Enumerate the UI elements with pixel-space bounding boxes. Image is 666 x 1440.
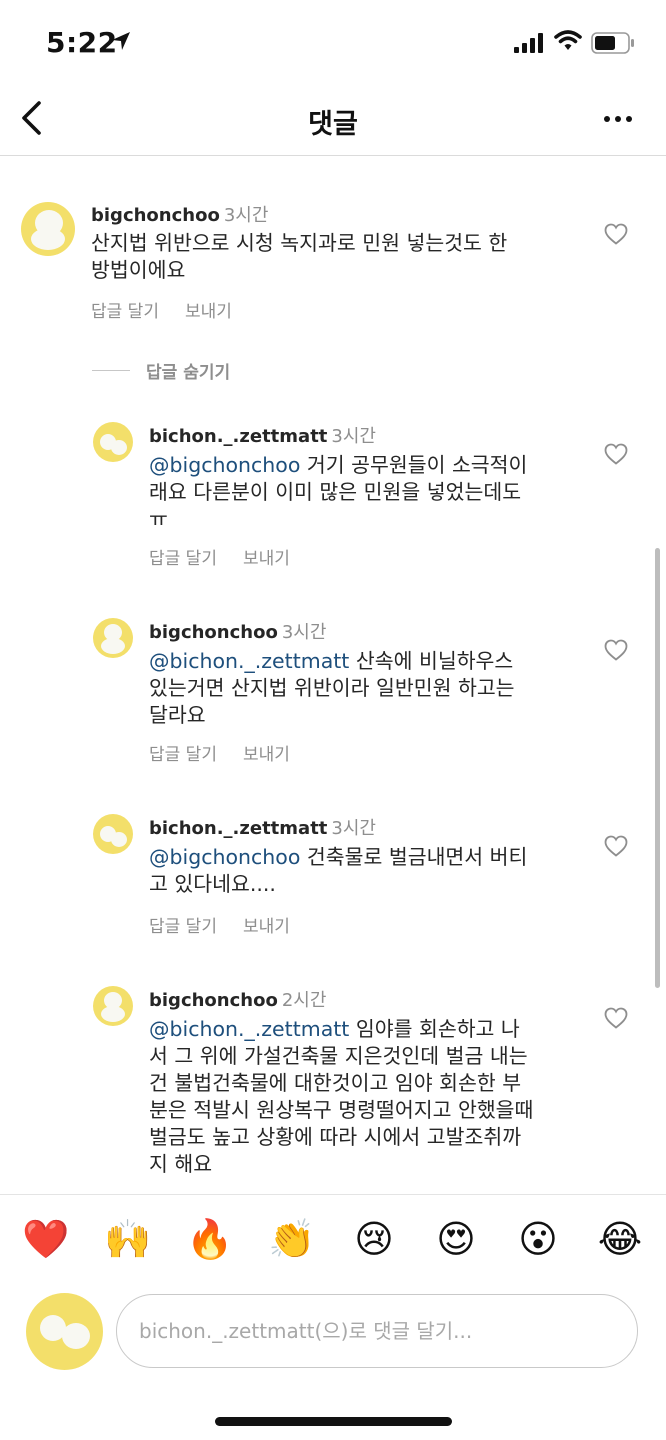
- mention-link[interactable]: @bigchonchoo: [149, 453, 300, 477]
- send-button[interactable]: 보내기: [243, 740, 290, 765]
- page-title: 댓글: [308, 109, 358, 140]
- battery-icon: [591, 32, 634, 54]
- hide-replies-label: 답글 숨기기: [146, 363, 231, 383]
- comment-line: 건축물로 벌금내면서 버티: [300, 845, 528, 869]
- reply-button[interactable]: 답글 달기: [149, 544, 217, 569]
- send-button[interactable]: 보내기: [243, 912, 290, 937]
- comment-time: 2시간: [281, 990, 327, 1011]
- like-heart-icon[interactable]: [604, 835, 628, 857]
- cellular-signal-icon: [514, 33, 543, 53]
- emoji-raised-hands-button[interactable]: 🙌: [104, 1215, 152, 1263]
- divider: [92, 370, 130, 371]
- emoji-clap-button[interactable]: 👏: [268, 1215, 316, 1263]
- like-heart-icon[interactable]: [604, 443, 628, 465]
- comment-username[interactable]: bigchonchoo: [149, 990, 278, 1011]
- home-indicator: [215, 1417, 452, 1426]
- comment-line: 건 불법건축물에 대한것이고 임야 회손한 부: [149, 1071, 522, 1095]
- comment-line: ㅠ: [149, 507, 168, 531]
- status-bar: 5:22: [0, 0, 666, 84]
- mention-link[interactable]: @bichon._.zettmatt: [149, 649, 349, 673]
- emoji-heart-eyes-button[interactable]: 😍: [432, 1215, 480, 1263]
- avatar[interactable]: [93, 422, 133, 462]
- emoji-crying-button[interactable]: 😢: [350, 1215, 398, 1263]
- comment-line: 거기 공무원들이 소극적이: [300, 453, 528, 477]
- comment-line: 임야를 회손하고 나: [349, 1017, 520, 1041]
- avatar[interactable]: [93, 986, 133, 1026]
- avatar[interactable]: [93, 618, 133, 658]
- comment-line: 있는거면 산지법 위반이라 일반민원 하고는: [149, 676, 515, 700]
- mention-link[interactable]: @bigchonchoo: [149, 845, 300, 869]
- wifi-icon: [554, 30, 582, 50]
- avatar[interactable]: [21, 202, 75, 256]
- comment-line: 지 해요: [149, 1152, 213, 1176]
- send-button[interactable]: 보내기: [185, 297, 232, 322]
- comment-line: 산속에 비닐하우스: [349, 649, 514, 673]
- comment-text: @bichon._.zettmatt 산속에 비닐하우스 있는거면 산지법 위반…: [149, 648, 589, 729]
- comment-line: 고 있다네요....: [149, 872, 276, 896]
- comment-line: 래요 다른분이 이미 많은 민원을 넣었는데도: [149, 480, 522, 504]
- mention-link[interactable]: @bichon._.zettmatt: [149, 1017, 349, 1041]
- emoji-surprised-button[interactable]: 😮: [514, 1215, 562, 1263]
- emoji-laughing-button[interactable]: 😂: [596, 1215, 644, 1263]
- comment-username[interactable]: bichon._.zettmatt: [149, 426, 327, 447]
- comment-time: 3시간: [223, 205, 269, 226]
- comment-line: 분은 적발시 원상복구 명령떨어지고 안했을때: [149, 1098, 534, 1122]
- comment-text: @bigchonchoo 거기 공무원들이 소극적이 래요 다른분이 이미 많은…: [149, 452, 589, 533]
- send-button[interactable]: 보내기: [243, 544, 290, 569]
- composer-avatar: [26, 1293, 103, 1370]
- comment-line: 서 그 위에 가설건축물 지은것인데 벌금 내는: [149, 1044, 528, 1068]
- comment-username[interactable]: bichon._.zettmatt: [149, 818, 327, 839]
- status-time: 5:22: [46, 26, 118, 59]
- comment-line: 달라요: [149, 703, 206, 727]
- more-dots-icon: [604, 116, 632, 122]
- comment-line: 산지법 위반으로 시청 녹지과로 민원 넣는것도 한: [91, 231, 508, 255]
- comment-time: 3시간: [331, 818, 376, 839]
- location-arrow-icon: [112, 32, 130, 50]
- comment-username[interactable]: bigchonchoo: [149, 622, 278, 643]
- like-heart-icon[interactable]: [604, 1007, 628, 1029]
- emoji-heart-button[interactable]: ❤️: [22, 1215, 70, 1263]
- header: 댓글: [0, 84, 666, 156]
- reply-button[interactable]: 답글 달기: [149, 912, 217, 937]
- reply-button[interactable]: 답글 달기: [91, 297, 159, 322]
- scrollbar[interactable]: [655, 548, 660, 988]
- comment-text: 산지법 위반으로 시청 녹지과로 민원 넣는것도 한 방법이에요: [91, 230, 591, 284]
- comment-time: 3시간: [331, 426, 376, 447]
- emoji-quick-bar: ❤️ 🙌 🔥 👏 😢 😍 😮 😂: [0, 1215, 666, 1271]
- comment-username[interactable]: bigchonchoo: [91, 205, 220, 226]
- comment-line: 벌금도 높고 상황에 따라 시에서 고발조취까: [149, 1125, 522, 1149]
- like-heart-icon[interactable]: [604, 639, 628, 661]
- comment-input[interactable]: [116, 1294, 638, 1368]
- comment-composer-panel: ❤️ 🙌 🔥 👏 😢 😍 😮 😂: [0, 1194, 666, 1440]
- like-heart-icon[interactable]: [604, 223, 628, 245]
- more-options-button[interactable]: [596, 104, 640, 134]
- reply-button[interactable]: 답글 달기: [149, 740, 217, 765]
- hide-replies-toggle[interactable]: 답글 숨기기: [92, 358, 230, 383]
- emoji-fire-button[interactable]: 🔥: [186, 1215, 234, 1263]
- comment-time: 3시간: [281, 622, 327, 643]
- comment-line: 방법이에요: [91, 258, 186, 282]
- comment-text: @bigchonchoo 건축물로 벌금내면서 버티 고 있다네요....: [149, 844, 589, 898]
- comment-text: @bichon._.zettmatt 임야를 회손하고 나 서 그 위에 가설건…: [149, 1016, 589, 1178]
- avatar[interactable]: [93, 814, 133, 854]
